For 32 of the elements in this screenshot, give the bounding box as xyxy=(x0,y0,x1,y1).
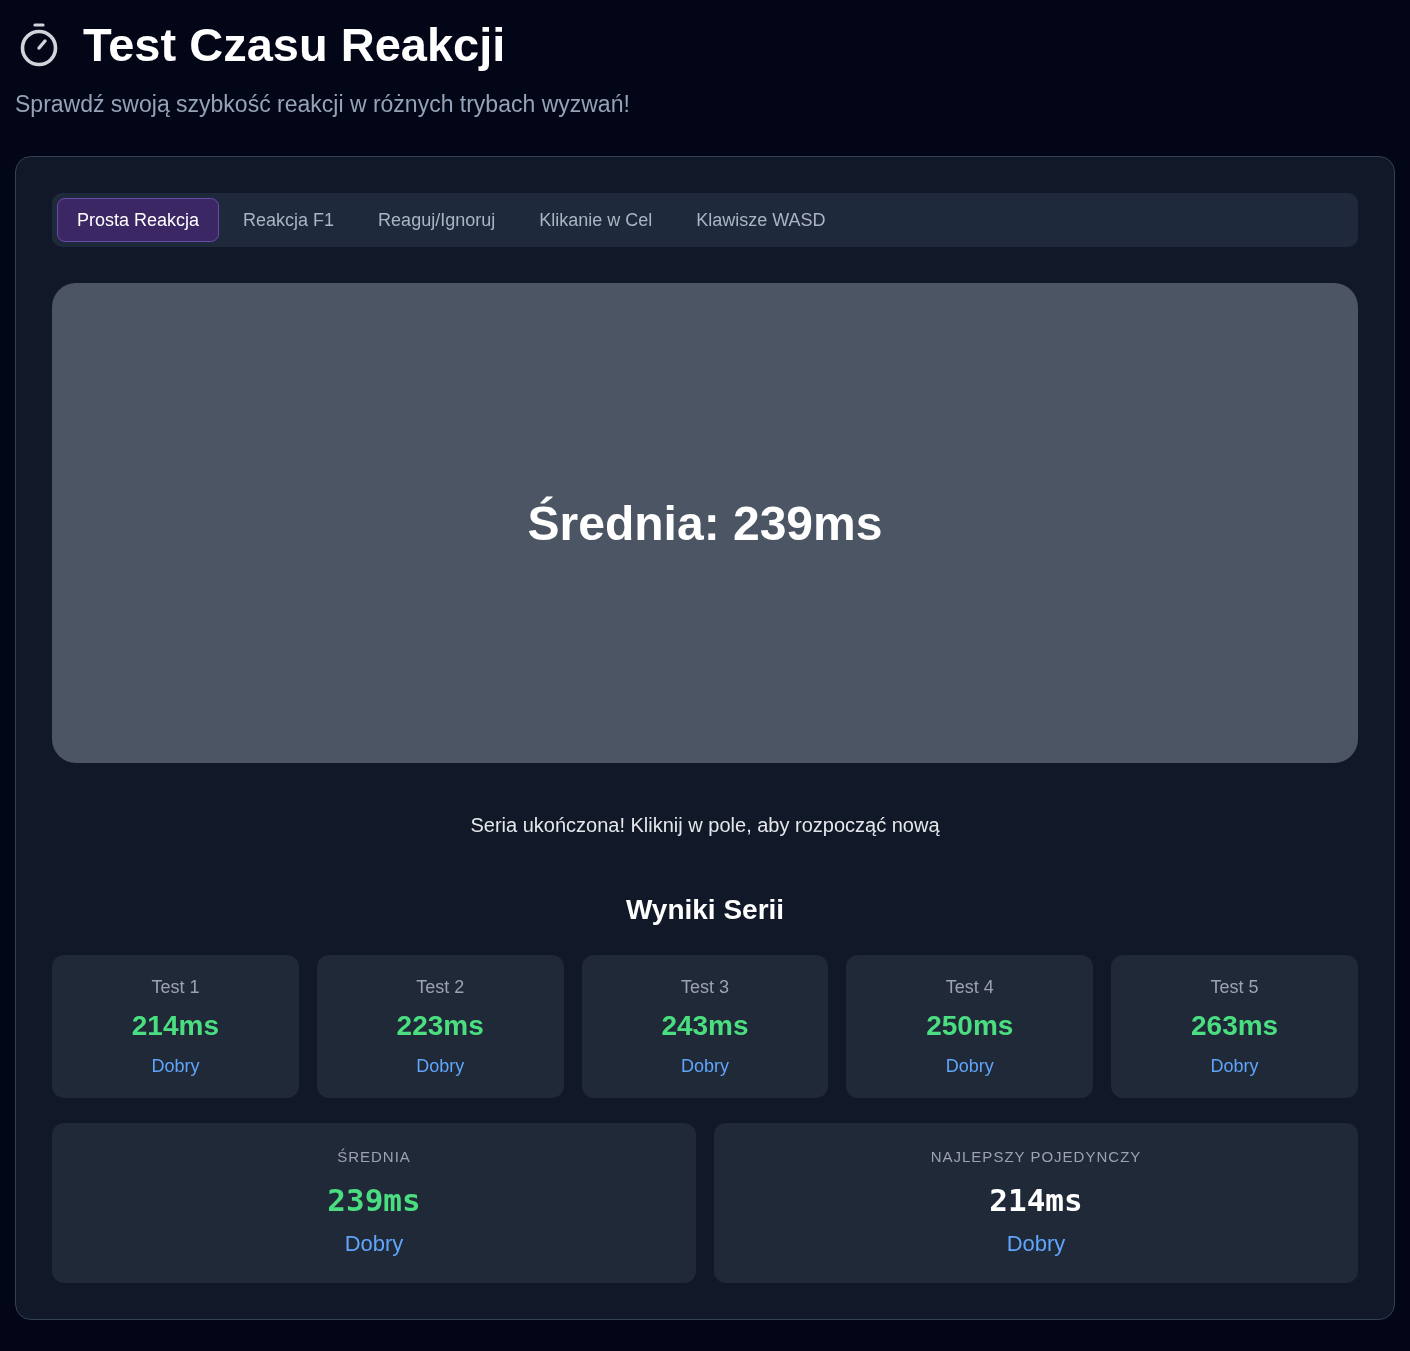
summary-rating: Dobry xyxy=(344,1230,404,1258)
test-rating: Dobry xyxy=(681,1055,729,1078)
test-time: 263ms xyxy=(1191,1009,1279,1043)
summary-label: NAJLEPSZY POJEDYNCZY xyxy=(930,1147,1142,1167)
summary-value: 239ms xyxy=(327,1181,421,1220)
page-title: Test Czasu Reakcji xyxy=(83,17,506,73)
mode-tab[interactable]: Klawisze WASD xyxy=(676,198,846,242)
summary-label: ŚREDNIA xyxy=(337,1147,411,1167)
status-message: Seria ukończona! Kliknij w pole, aby rozpocząć nową xyxy=(469,813,941,837)
test-rating: Dobry xyxy=(151,1055,200,1078)
summary-rating: Dobry xyxy=(1006,1230,1066,1258)
mode-tab[interactable]: Prosta Reakcja xyxy=(57,198,220,242)
mode-tab[interactable]: Reaguj/Ignoruj xyxy=(358,198,516,242)
page-subtitle: Sprawdź swoją szybkość reakcji w różnych trybach wyzwań! xyxy=(15,90,631,118)
test-rating: Dobry xyxy=(945,1055,994,1078)
mode-tab[interactable]: Klikanie w Cel xyxy=(519,198,673,242)
test-label: Test 5 xyxy=(1210,976,1259,999)
test-label: Test 4 xyxy=(945,976,994,999)
test-label: Test 3 xyxy=(680,976,729,999)
test-rating: Dobry xyxy=(1210,1055,1259,1078)
reaction-area[interactable]: Średnia: 239ms xyxy=(52,283,1358,763)
results-heading: Wyniki Serii xyxy=(624,893,786,927)
test-label: Test 2 xyxy=(416,976,465,999)
test-time: 250ms xyxy=(926,1009,1014,1043)
mode-tab[interactable]: Reakcja F1 xyxy=(223,198,355,242)
summary-value: 214ms xyxy=(989,1181,1083,1220)
test-time: 223ms xyxy=(396,1009,484,1043)
test-rating: Dobry xyxy=(416,1055,465,1078)
stopwatch-icon xyxy=(19,22,59,68)
test-time: 243ms xyxy=(661,1009,749,1043)
test-label: Test 1 xyxy=(151,976,200,999)
test-time: 214ms xyxy=(131,1009,219,1043)
